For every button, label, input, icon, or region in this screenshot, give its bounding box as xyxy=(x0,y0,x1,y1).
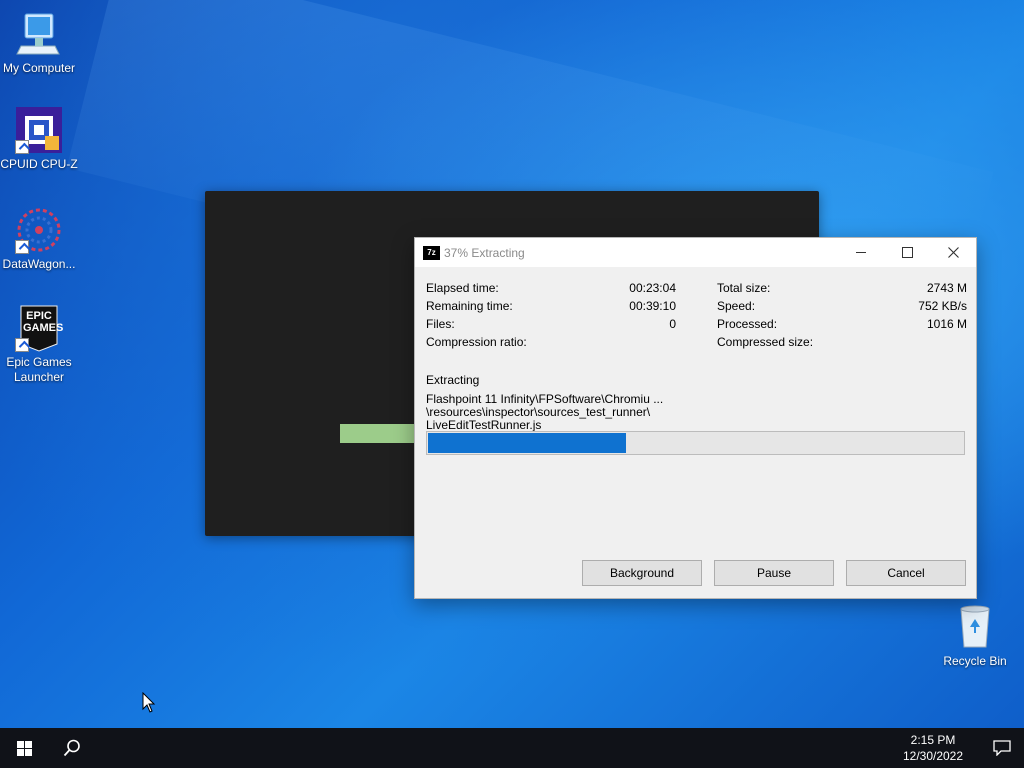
stat-compression-ratio: Compression ratio: xyxy=(426,335,527,349)
desktop-icon-epic-games[interactable]: EPIC GAMES Epic Games Launcher xyxy=(0,304,78,385)
minimize-button[interactable] xyxy=(838,238,884,267)
left-stats-panel: Elapsed time: 00:23:04 Remaining time: 0… xyxy=(426,279,676,351)
background-progress-bar xyxy=(340,424,420,443)
dialog-titlebar[interactable]: 7z 37% Extracting xyxy=(415,238,976,267)
desktop-icon-label: Recycle Bin xyxy=(943,654,1007,668)
extract-progress-dialog[interactable]: 7z 37% Extracting Elapsed time: 00:23:04… xyxy=(414,237,977,599)
right-stats-panel: Total size: 2743 M Speed: 752 KB/s Proce… xyxy=(717,279,967,351)
search-icon xyxy=(63,739,80,757)
desktop-icon-my-computer[interactable]: My Computer xyxy=(0,10,78,76)
search-button[interactable] xyxy=(48,728,96,768)
epic-games-icon: EPIC GAMES xyxy=(15,304,63,352)
stat-files: Files: 0 xyxy=(426,317,676,331)
notification-button[interactable] xyxy=(980,728,1024,768)
maximize-icon xyxy=(901,247,913,259)
mouse-cursor-icon xyxy=(142,692,156,713)
stat-processed: Processed: 1016 M xyxy=(717,317,967,331)
desktop-icon-datawagon[interactable]: DataWagon... xyxy=(0,206,78,272)
close-button[interactable] xyxy=(930,238,976,267)
status-label: Extracting xyxy=(426,373,480,387)
datawagon-icon xyxy=(15,206,63,254)
dialog-title: 37% Extracting xyxy=(444,246,525,260)
notification-icon xyxy=(993,740,1011,756)
desktop-icon-label: Epic Games Launcher xyxy=(6,355,72,384)
clock-date: 12/30/2022 xyxy=(902,749,964,763)
shortcut-arrow-icon xyxy=(15,240,29,254)
7zip-app-icon: 7z xyxy=(423,246,440,260)
desktop-icon-cpuz[interactable]: CPUID CPU-Z xyxy=(0,106,78,172)
path-line-1: Flashpoint 11 Infinity\FPSoftware\Chromi… xyxy=(426,392,664,419)
desktop-icon-label: My Computer xyxy=(2,61,76,75)
cpuz-icon xyxy=(15,106,63,154)
desktop-icon-label: DataWagon... xyxy=(2,257,76,271)
stat-total-size: Total size: 2743 M xyxy=(717,281,967,295)
stat-remaining-time: Remaining time: 00:39:10 xyxy=(426,299,676,313)
start-button[interactable] xyxy=(0,728,48,768)
current-file-path: Flashpoint 11 Infinity\FPSoftware\Chromi… xyxy=(426,393,866,432)
desktop-icon-label: CPUID CPU-Z xyxy=(0,157,78,171)
epic-logo-text: EPIC GAMES xyxy=(23,310,64,334)
stat-elapsed-time: Elapsed time: 00:23:04 xyxy=(426,281,676,295)
extract-progress-bar xyxy=(426,431,965,455)
pause-button[interactable]: Pause xyxy=(714,560,834,586)
background-button[interactable]: Background xyxy=(582,560,702,586)
windows-logo-icon xyxy=(17,741,32,756)
maximize-button[interactable] xyxy=(884,238,930,267)
recycle-bin-icon xyxy=(951,603,999,651)
desktop-icon-recycle-bin[interactable]: Recycle Bin xyxy=(936,603,1014,669)
clock-time: 2:15 PM xyxy=(910,733,956,747)
cancel-button[interactable]: Cancel xyxy=(846,560,966,586)
close-icon xyxy=(947,247,959,259)
stat-speed: Speed: 752 KB/s xyxy=(717,299,967,313)
shortcut-arrow-icon xyxy=(15,140,29,154)
taskbar: 2:15 PM 12/30/2022 xyxy=(0,728,1024,768)
shortcut-arrow-icon xyxy=(15,338,29,352)
minimize-icon xyxy=(856,252,866,254)
stat-compressed-size: Compressed size: xyxy=(717,335,814,349)
progress-fill xyxy=(428,433,626,453)
taskbar-clock[interactable]: 2:15 PM 12/30/2022 xyxy=(898,732,968,764)
computer-icon xyxy=(15,10,63,58)
